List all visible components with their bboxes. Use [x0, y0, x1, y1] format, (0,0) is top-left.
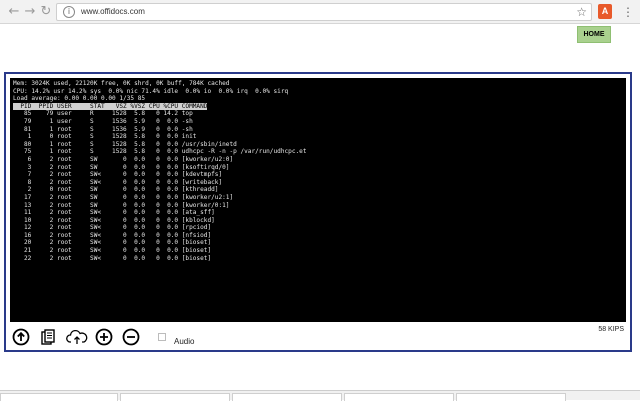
process-table-header: PID PPID USER STAT VSZ %VSZ CPU %CPU COM… — [13, 102, 208, 110]
zoom-out-icon[interactable] — [122, 328, 140, 346]
terminal-line: 7 2 root SW< 0 0.0 0 0.0 [kdevtmpfs] — [13, 171, 223, 179]
terminal-line: 3 2 root SW 0 0.0 0 0.0 [ksoftirqd/0] — [13, 163, 230, 171]
terminal-line: 8 2 root SW< 0 0.0 0 0.0 [writeback] — [13, 178, 223, 186]
bottom-tab-bar — [0, 390, 640, 401]
reload-icon[interactable]: ↻ — [38, 4, 54, 20]
browser-toolbar: ← → ↻ i www.offidocs.com ☆ A ⋮ — [0, 0, 640, 24]
zoom-in-icon[interactable] — [95, 328, 113, 346]
emulator-frame: Mem: 3024K used, 22120K free, 0K shrd, 0… — [4, 72, 632, 352]
terminal-line: 12 2 root SW< 0 0.0 0 0.0 [rpciod] — [13, 224, 212, 232]
browser-menu-icon[interactable]: ⋮ — [622, 3, 634, 21]
terminal-line: 13 2 root SW 0 0.0 0 0.0 [kworker/0:1] — [13, 201, 230, 209]
speed-readout: 58 KIPS — [598, 326, 624, 333]
terminal-line: 17 2 root SW 0 0.0 0 0.0 [kworker/u2:1] — [13, 193, 234, 201]
terminal-line: 6 2 root SW 0 0.0 0 0.0 [kworker/u2:0] — [13, 155, 234, 163]
terminal-line: Mem: 3024K used, 22120K free, 0K shrd, 0… — [13, 80, 230, 87]
audio-label: Audio — [174, 337, 195, 346]
cloud-upload-icon[interactable] — [66, 328, 88, 346]
forward-arrow-icon[interactable]: → — [22, 4, 38, 20]
terminal-line: CPU: 14.2% usr 14.2% sys 0.0% nic 71.4% … — [13, 87, 289, 95]
terminal-line: 11 2 root SW< 0 0.0 0 0.0 [ata_sff] — [13, 209, 215, 217]
document-icon[interactable] — [39, 328, 57, 346]
terminal-line: 21 2 root SW< 0 0.0 0 0.0 [bioset] — [13, 247, 212, 255]
url-text[interactable]: www.offidocs.com — [81, 7, 145, 16]
terminal-line: 79 1 user S 1536 5.9 0 0.0 -sh — [13, 117, 193, 125]
home-button[interactable]: HOME — [577, 26, 611, 43]
emulator-toolbar: Audio 58 KIPS — [10, 326, 626, 348]
terminal-line: Load average: 0.00 0.00 0.00 1/35 85 — [13, 95, 146, 103]
extension-icon[interactable]: A — [598, 4, 612, 19]
audio-checkbox[interactable] — [158, 333, 166, 341]
terminal-screen[interactable]: Mem: 3024K used, 22120K free, 0K shrd, 0… — [10, 78, 626, 322]
terminal-line: 1 0 root S 1528 5.8 0 0.0 init — [13, 133, 197, 141]
terminal-line: 10 2 root SW< 0 0.0 0 0.0 [kblockd] — [13, 216, 215, 224]
terminal-line: 85 79 user R 1528 5.8 0 14.2 top — [13, 110, 193, 118]
address-bar[interactable]: i www.offidocs.com ☆ — [56, 3, 592, 21]
terminal-line: 20 2 root SW< 0 0.0 0 0.0 [bioset] — [13, 239, 212, 247]
terminal-line: 2 0 root SW 0 0.0 0 0.0 [kthreadd] — [13, 186, 219, 194]
info-icon[interactable]: i — [63, 6, 75, 18]
upload-icon[interactable] — [12, 328, 30, 346]
terminal-line: 16 2 root SW< 0 0.0 0 0.0 [nfsiod] — [13, 231, 212, 239]
back-arrow-icon[interactable]: ← — [6, 4, 22, 20]
terminal-line: 81 1 root S 1536 5.9 0 0.0 -sh — [13, 125, 193, 133]
terminal-line: 80 1 root S 1528 5.8 0 0.0 /usr/sbin/ine… — [13, 140, 237, 148]
terminal-line: 22 2 root SW< 0 0.0 0 0.0 [bioset] — [13, 254, 212, 262]
bookmark-star-icon[interactable]: ☆ — [576, 5, 587, 19]
terminal-line: 75 1 root S 1528 5.8 0 0.0 udhcpc -R -n … — [13, 148, 307, 156]
